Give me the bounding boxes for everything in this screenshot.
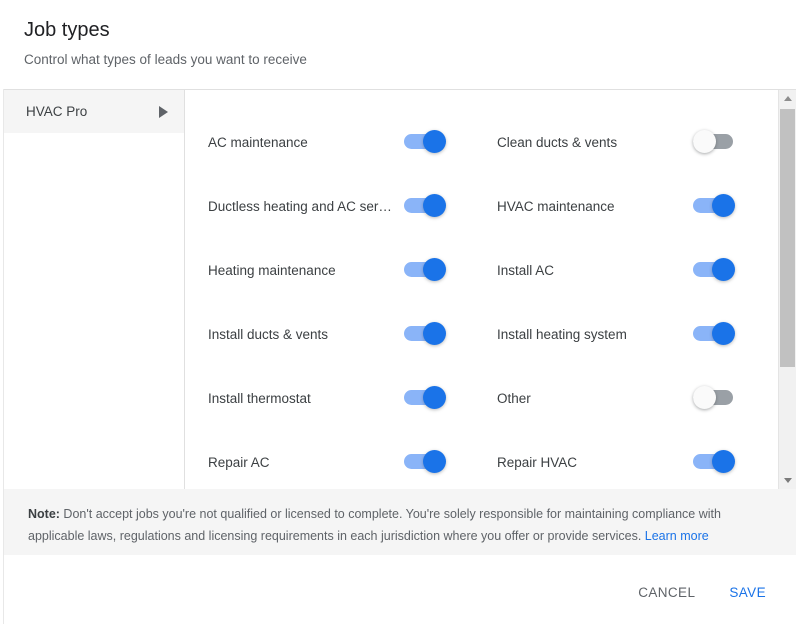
scroll-down-arrow-icon	[783, 478, 792, 483]
job-type-cell: Install heating system	[476, 321, 768, 347]
job-type-label: Repair HVAC	[497, 454, 578, 470]
toggle-knob	[693, 130, 716, 153]
toggle-knob	[712, 194, 735, 217]
job-type-label: Ductless heating and AC ser…	[208, 198, 392, 214]
toggle-install-heating-system[interactable]	[693, 321, 737, 347]
table-row: AC maintenance Clean ducts & vents	[186, 110, 778, 174]
job-type-cell: Clean ducts & vents	[476, 129, 768, 155]
scroll-down-button[interactable]	[779, 472, 796, 489]
dialog-footer: CANCEL SAVE	[4, 555, 796, 624]
job-types-grid: AC maintenance Clean ducts & vents Ductl…	[186, 90, 778, 489]
job-types-content: AC maintenance Clean ducts & vents Ductl…	[186, 90, 778, 489]
job-type-label: Install AC	[497, 262, 555, 278]
toggle-knob	[423, 322, 446, 345]
scroll-up-arrow-icon	[783, 96, 792, 101]
learn-more-link[interactable]: Learn more	[645, 529, 709, 543]
table-row: Install ducts & vents Install heating sy…	[186, 302, 778, 366]
table-row: Ductless heating and AC ser… HVAC mainte…	[186, 174, 778, 238]
page-title: Job types	[24, 19, 110, 41]
toggle-knob	[423, 386, 446, 409]
dialog-header: Job types Control what types of leads yo…	[0, 0, 800, 89]
job-type-cell: Repair HVAC	[476, 449, 768, 475]
table-row: Install thermostat Other	[186, 366, 778, 430]
job-type-label: Clean ducts & vents	[497, 134, 618, 150]
note-body: Don't accept jobs you're not qualified o…	[28, 507, 721, 543]
job-type-cell: Other	[476, 385, 768, 411]
toggle-knob	[712, 258, 735, 281]
toggle-knob	[423, 450, 446, 473]
toggle-install-ducts-vents[interactable]	[404, 321, 448, 347]
toggle-install-ac[interactable]	[693, 257, 737, 283]
toggle-clean-ducts-vents[interactable]	[693, 129, 737, 155]
table-row: Heating maintenance Install AC	[186, 238, 778, 302]
job-type-label: Install thermostat	[208, 390, 311, 406]
toggle-other[interactable]	[693, 385, 737, 411]
job-type-label: Install ducts & vents	[208, 326, 329, 342]
toggle-repair-hvac[interactable]	[693, 449, 737, 475]
job-type-label: Repair AC	[208, 454, 270, 470]
table-row: Repair AC Repair HVAC	[186, 430, 778, 489]
scrollbar-thumb[interactable]	[780, 109, 795, 367]
caret-right-icon	[159, 105, 168, 118]
toggle-repair-ac[interactable]	[404, 449, 448, 475]
toggle-install-thermostat[interactable]	[404, 385, 448, 411]
toggle-heating-maintenance[interactable]	[404, 257, 448, 283]
dialog-body: HVAC Pro AC maintenance Clean ducts & ve…	[4, 89, 796, 489]
toggle-knob	[712, 322, 735, 345]
job-types-dialog: Job types Control what types of leads yo…	[0, 0, 800, 624]
job-type-label: Install heating system	[497, 326, 627, 342]
job-type-cell: HVAC maintenance	[476, 193, 768, 219]
job-type-cell: Install thermostat	[186, 385, 476, 411]
toggle-knob	[693, 386, 716, 409]
job-type-cell: AC maintenance	[186, 129, 476, 155]
compliance-note-text: Note: Don't accept jobs you're not quali…	[28, 503, 772, 547]
job-type-label: HVAC maintenance	[497, 198, 615, 214]
toggle-knob	[423, 258, 446, 281]
job-type-label: Heating maintenance	[208, 262, 336, 278]
page-subtitle: Control what types of leads you want to …	[24, 52, 307, 67]
save-button[interactable]: SAVE	[717, 576, 778, 609]
sidebar-item-hvac-pro[interactable]: HVAC Pro	[4, 90, 184, 133]
cancel-button[interactable]: CANCEL	[626, 576, 707, 609]
scroll-up-button[interactable]	[779, 90, 796, 107]
job-type-cell: Heating maintenance	[186, 257, 476, 283]
note-label: Note:	[28, 507, 60, 521]
toggle-knob	[423, 194, 446, 217]
toggle-hvac-maintenance[interactable]	[693, 193, 737, 219]
toggle-ductless-heating-and-ac-service[interactable]	[404, 193, 448, 219]
job-type-label: AC maintenance	[208, 134, 308, 150]
job-type-label: Other	[497, 390, 531, 406]
footer-actions: CANCEL SAVE	[626, 576, 778, 609]
job-type-cell: Install ducts & vents	[186, 321, 476, 347]
compliance-note: Note: Don't accept jobs you're not quali…	[4, 489, 796, 555]
sidebar-item-label: HVAC Pro	[26, 104, 88, 119]
job-type-cell: Ductless heating and AC ser…	[186, 193, 476, 219]
toggle-knob	[712, 450, 735, 473]
sidebar: HVAC Pro	[4, 90, 185, 489]
job-type-cell: Repair AC	[186, 449, 476, 475]
toggle-ac-maintenance[interactable]	[404, 129, 448, 155]
job-type-cell: Install AC	[476, 257, 768, 283]
toggle-knob	[423, 130, 446, 153]
content-scrollbar[interactable]	[778, 90, 796, 489]
